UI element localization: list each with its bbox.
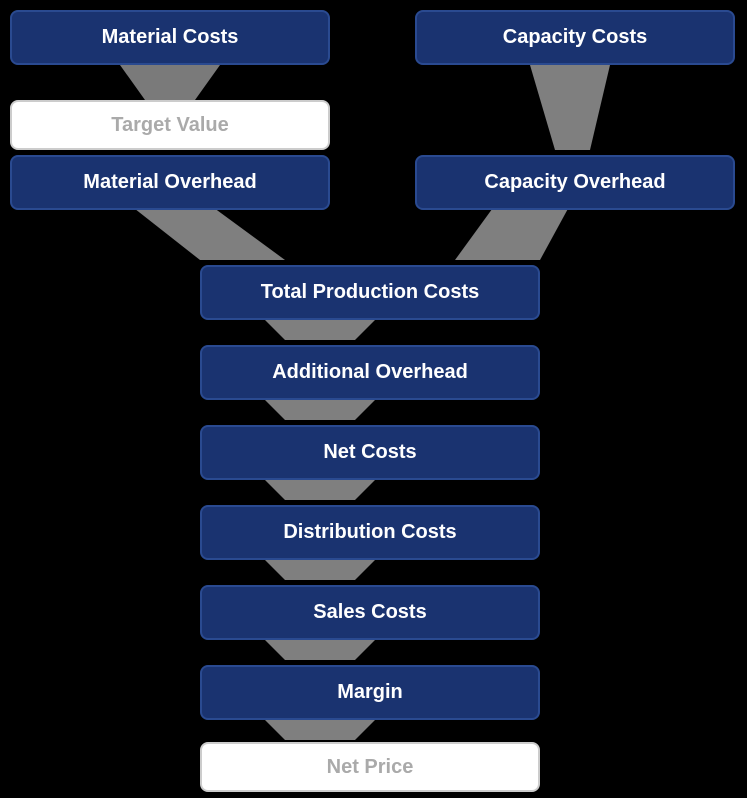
distribution-costs-box[interactable]: Distribution Costs — [200, 505, 540, 560]
material-costs-box[interactable]: Material Costs — [10, 10, 330, 65]
margin-box[interactable]: Margin — [200, 665, 540, 720]
diagram: Material Costs Capacity Costs Target Val… — [0, 0, 747, 798]
material-overhead-box[interactable]: Material Overhead — [10, 155, 330, 210]
net-costs-box[interactable]: Net Costs — [200, 425, 540, 480]
sales-costs-box[interactable]: Sales Costs — [200, 585, 540, 640]
net-price-box[interactable]: Net Price — [200, 742, 540, 792]
target-value-box[interactable]: Target Value — [10, 100, 330, 150]
additional-overhead-box[interactable]: Additional Overhead — [200, 345, 540, 400]
capacity-overhead-box[interactable]: Capacity Overhead — [415, 155, 735, 210]
capacity-costs-box[interactable]: Capacity Costs — [415, 10, 735, 65]
total-production-costs-box[interactable]: Total Production Costs — [200, 265, 540, 320]
